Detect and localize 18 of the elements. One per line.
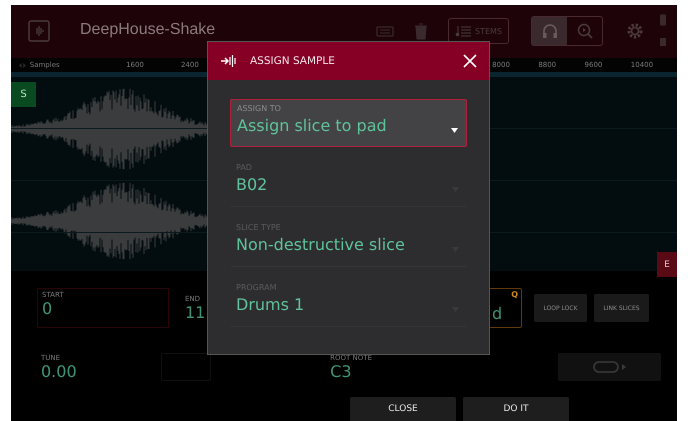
dialog-button[interactable]: DO IT bbox=[463, 397, 569, 421]
dialog-title: ASSIGN SAMPLE bbox=[250, 55, 336, 67]
field-value: Drums 1 bbox=[236, 295, 304, 314]
dialog-button[interactable]: CLOSE bbox=[350, 397, 456, 421]
sample-name: DeepHouse-Shake bbox=[80, 21, 216, 40]
field-label: ASSIGN TO bbox=[237, 104, 282, 113]
start-marker[interactable]: S bbox=[11, 82, 36, 108]
field-value: Assign slice to pad bbox=[237, 116, 387, 135]
field-value: C3 bbox=[330, 362, 353, 381]
field-value: B02 bbox=[236, 175, 268, 194]
field-value: 0 bbox=[42, 299, 54, 318]
quantize-label: Q bbox=[511, 290, 518, 300]
field-value: 11 bbox=[185, 302, 206, 322]
end-marker[interactable]: E bbox=[657, 252, 677, 278]
field-value: 0.00 bbox=[41, 362, 77, 381]
field-value: d bbox=[492, 304, 502, 324]
dropdown-field[interactable]: ASSIGN TO Assign slice to pad bbox=[230, 99, 467, 147]
field-value: Non-destructive slice bbox=[236, 235, 405, 254]
